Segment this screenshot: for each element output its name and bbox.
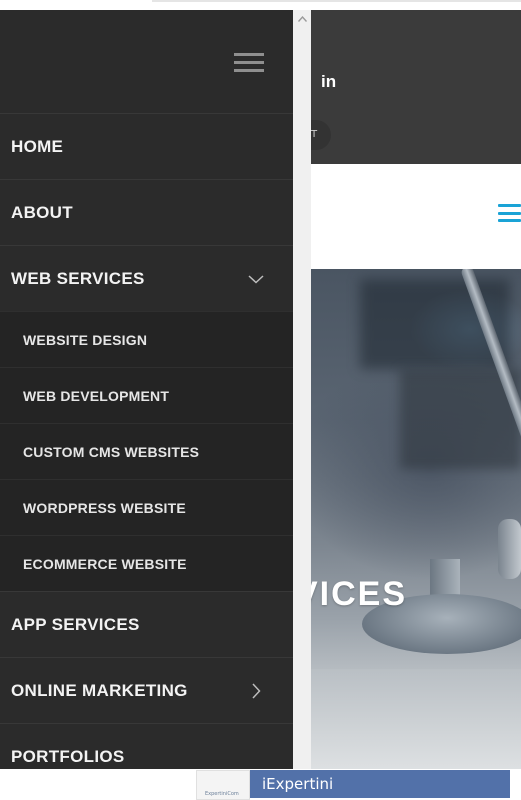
- side-drawer-menu: HOME ABOUT WEB SERVICES WEBSITE DESIGN W…: [0, 10, 293, 769]
- menu-item-label: ABOUT: [11, 202, 73, 222]
- submenu-item-label: ECOMMERCE WEBSITE: [23, 555, 187, 572]
- linkedin-icon[interactable]: in: [321, 72, 336, 92]
- submenu-item-label: WEBSITE DESIGN: [23, 331, 148, 348]
- submenu-item-ecommerce-website[interactable]: ECOMMERCE WEBSITE: [0, 535, 293, 591]
- menu-item-home[interactable]: HOME: [0, 113, 293, 179]
- hero-title: VICES: [295, 575, 408, 613]
- browser-divider: [152, 0, 521, 2]
- menu-item-about[interactable]: ABOUT: [0, 179, 293, 245]
- scrollbar[interactable]: [293, 10, 311, 769]
- submenu-item-custom-cms-websites[interactable]: CUSTOM CMS WEBSITES: [0, 423, 293, 479]
- menu-item-label: APP SERVICES: [11, 614, 140, 634]
- viewport: in T VICES ExpertiniCom iExpertini HOME: [0, 0, 521, 800]
- menu-item-label: PORTFOLIOS: [11, 746, 125, 766]
- taskbar-window-title[interactable]: iExpertini: [250, 770, 510, 798]
- menu-item-online-marketing[interactable]: ONLINE MARKETING: [0, 657, 293, 723]
- submenu-item-label: WEB DEVELOPMENT: [23, 387, 170, 404]
- menu-item-portfolios[interactable]: PORTFOLIOS: [0, 723, 293, 769]
- menu-item-app-services[interactable]: APP SERVICES: [0, 591, 293, 657]
- chevron-down-icon[interactable]: [247, 270, 265, 288]
- menu-item-label: WEB SERVICES: [11, 268, 145, 288]
- menu-item-label: HOME: [11, 136, 64, 156]
- chevron-right-icon[interactable]: [247, 682, 265, 700]
- submenu-item-label: WORDPRESS WEBSITE: [23, 499, 186, 516]
- menu-item-label: ONLINE MARKETING: [11, 680, 188, 700]
- hero-desk: [300, 669, 521, 769]
- menu-hamburger-icon[interactable]: [498, 204, 521, 222]
- drawer-header: [0, 10, 293, 113]
- menu-item-web-services[interactable]: WEB SERVICES: [0, 245, 293, 311]
- hamburger-icon[interactable]: [234, 53, 264, 72]
- thumbnail-caption: ExpertiniCom: [205, 791, 239, 797]
- submenu-item-website-design[interactable]: WEBSITE DESIGN: [0, 311, 293, 367]
- lamp-joint: [498, 519, 521, 579]
- taskbar-thumbnail[interactable]: ExpertiniCom: [196, 770, 250, 800]
- submenu-item-label: CUSTOM CMS WEBSITES: [23, 443, 200, 460]
- submenu-item-web-development[interactable]: WEB DEVELOPMENT: [0, 367, 293, 423]
- scroll-up-arrow-icon[interactable]: [293, 10, 311, 27]
- submenu-item-wordpress-website[interactable]: WORDPRESS WEBSITE: [0, 479, 293, 535]
